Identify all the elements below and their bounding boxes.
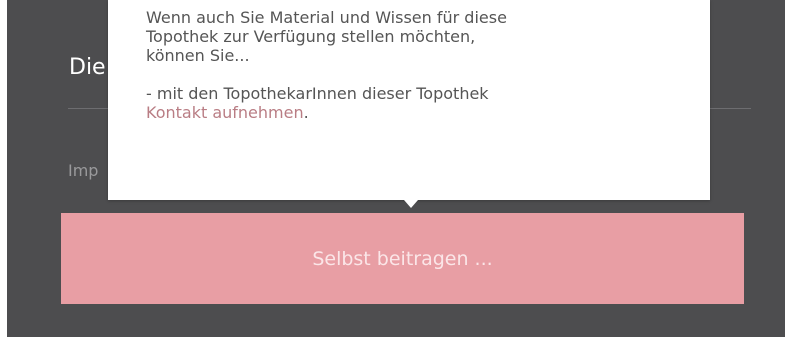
popover-intro-line: Wenn auch Sie Material und Wissen für di… xyxy=(146,8,507,27)
impressum-link[interactable]: Imp xyxy=(68,161,98,180)
popover-intro-line: Topothek zur Verfügung stellen möchten, xyxy=(146,27,476,46)
popover-intro-line: können Sie... xyxy=(146,46,250,65)
popover-option: - mit den TopothekarInnen dieser Topothe… xyxy=(146,84,686,122)
contribute-popover: Wenn auch Sie Material und Wissen für di… xyxy=(108,0,710,208)
popover-content: Wenn auch Sie Material und Wissen für di… xyxy=(146,8,686,122)
popover-option-suffix: . xyxy=(303,103,309,122)
contact-link[interactable]: Kontakt aufnehmen xyxy=(146,103,304,122)
contribute-button[interactable]: Selbst beitragen ... xyxy=(61,213,744,304)
popover-option-text: - mit den TopothekarInnen dieser Topothe… xyxy=(146,84,489,103)
section-heading: Die xyxy=(69,55,106,80)
popover-arrow xyxy=(404,200,418,208)
